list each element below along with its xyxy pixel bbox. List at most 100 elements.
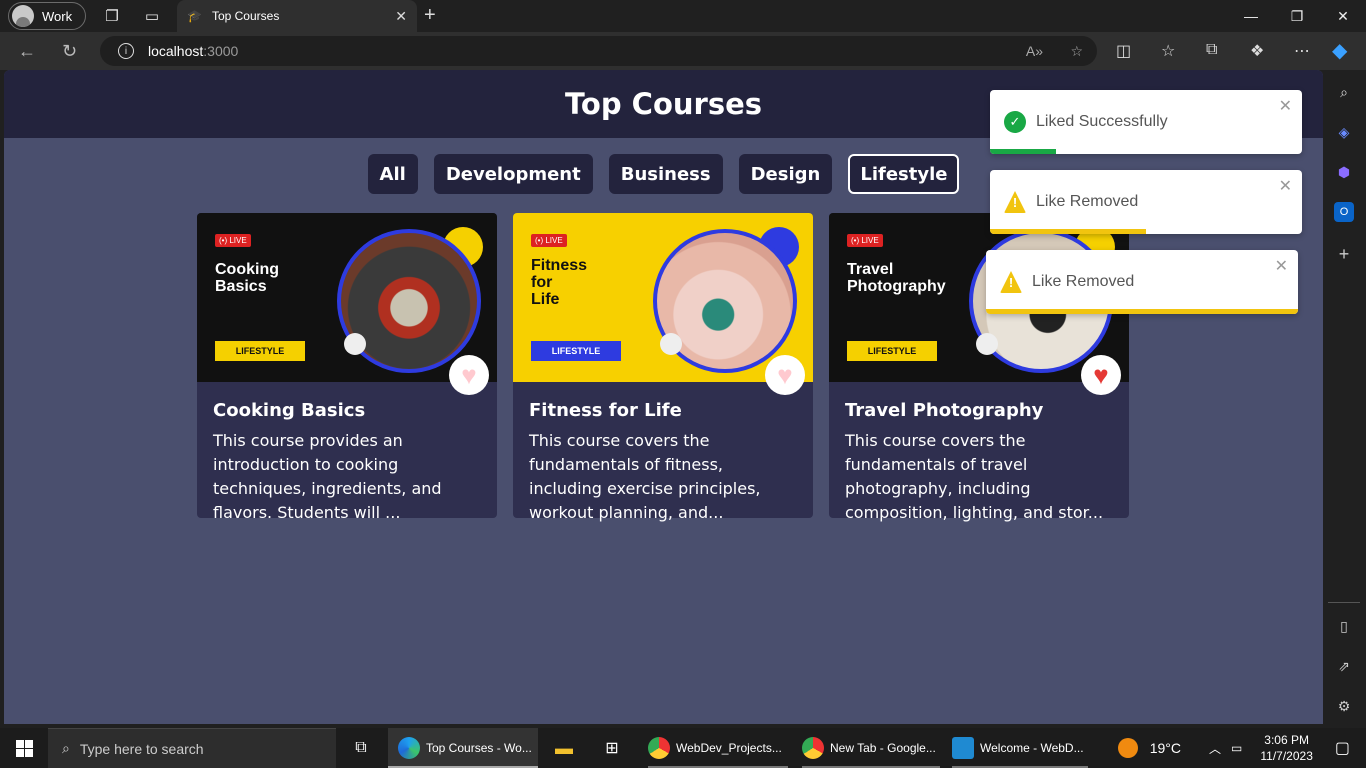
restore-button[interactable]: ❐ <box>1274 0 1320 32</box>
url-port: :3000 <box>203 43 239 59</box>
toast-success: ✓ Liked Successfully ✕ <box>990 90 1302 154</box>
course-description: This course covers the fundamentals of f… <box>529 431 761 522</box>
graduation-cap-icon: 🎓 <box>187 9 202 23</box>
tray-chevron-icon[interactable]: ︿ <box>1209 740 1221 757</box>
decor-dot <box>976 333 998 355</box>
taskbar-app-edge[interactable]: Top Courses - Wo... <box>388 728 538 768</box>
open-external-icon[interactable]: ⇗ <box>1334 656 1354 676</box>
live-badge: (•) LIVE <box>847 234 883 247</box>
split-screen-icon[interactable]: ◫ <box>1116 41 1131 61</box>
url-field[interactable]: i localhost:3000 A» ☆ <box>100 36 1097 66</box>
like-heart-icon[interactable]: ♥ <box>1081 355 1121 395</box>
read-aloud-icon[interactable]: A» <box>1026 36 1043 66</box>
course-body: Travel Photography This course covers th… <box>829 382 1129 525</box>
close-toast-icon[interactable]: ✕ <box>1275 256 1288 276</box>
thumbnail-title: Travel Photography <box>847 261 946 295</box>
refresh-icon[interactable]: ↻ <box>62 41 77 62</box>
taskbar-app-label: WebDev_Projects... <box>676 741 782 755</box>
filter-development[interactable]: Development <box>433 154 593 194</box>
add-sidebar-app-icon[interactable]: + <box>1334 244 1354 264</box>
course-card: (•) LIVE Cooking Basics LIFESTYLE ♥ Cooki… <box>197 213 497 522</box>
like-heart-icon[interactable]: ♥ <box>765 355 805 395</box>
thumbnail-tag: LIFESTYLE <box>531 341 621 361</box>
task-view-icon[interactable]: ⧉ <box>348 728 374 768</box>
filter-all[interactable]: All <box>367 154 418 194</box>
warning-triangle-icon: ! <box>1004 191 1026 213</box>
battery-icon[interactable]: ▭ <box>1231 741 1242 755</box>
filter-business[interactable]: Business <box>608 154 723 194</box>
profile-button[interactable]: Work <box>8 2 86 30</box>
tab-title: Top Courses <box>211 9 280 23</box>
course-title: Cooking Basics <box>213 400 366 421</box>
store-icon[interactable]: ⊞ <box>600 728 624 768</box>
toast-message: Like Removed <box>1036 193 1139 210</box>
weather-icon[interactable] <box>1117 738 1138 758</box>
vscode-icon <box>952 737 974 759</box>
taskbar: ⌕ Type here to search ⧉ Top Courses - Wo… <box>0 728 1366 768</box>
avatar <box>12 5 34 27</box>
course-body: Cooking Basics This course provides an i… <box>197 382 497 525</box>
favorite-star-icon[interactable]: ☆ <box>1070 36 1083 66</box>
back-arrow-icon[interactable]: ← <box>18 41 36 62</box>
course-description: This course covers the fundamentals of t… <box>845 431 1104 522</box>
copilot-icon[interactable]: ◆ <box>1332 38 1347 63</box>
settings-gear-icon[interactable]: ⚙ <box>1334 696 1354 716</box>
course-thumbnail: (•) LIVE Fitness for Life LIFESTYLE <box>513 213 813 382</box>
course-title: Fitness for Life <box>529 400 682 421</box>
hide-sidebar-icon[interactable]: ▯ <box>1334 616 1354 636</box>
taskbar-app-chrome-1[interactable]: WebDev_Projects... <box>648 728 788 768</box>
favorites-icon[interactable]: ☆ <box>1161 41 1175 61</box>
course-thumbnail: (•) LIVE Cooking Basics LIFESTYLE <box>197 213 497 382</box>
taskbar-app-chrome-2[interactable]: New Tab - Google... <box>802 728 940 768</box>
close-window-button[interactable]: ✕ <box>1320 0 1366 32</box>
taskbar-app-vscode[interactable]: Welcome - WebD... <box>952 728 1088 768</box>
outlook-icon[interactable]: O <box>1334 202 1354 222</box>
warning-triangle-icon: ! <box>1000 271 1022 293</box>
workspaces-icon[interactable]: ❐ <box>92 0 132 32</box>
filter-design[interactable]: Design <box>738 154 833 194</box>
new-tab-button[interactable]: + <box>424 4 436 27</box>
clock[interactable]: 3:06 PM 11/7/2023 <box>1260 732 1313 764</box>
extensions-icon[interactable]: ❖ <box>1250 41 1264 61</box>
chrome-icon <box>648 737 670 759</box>
shopping-tag-icon[interactable]: ◈ <box>1334 122 1354 142</box>
taskbar-search-placeholder: Type here to search <box>79 740 204 757</box>
date: 11/7/2023 <box>1260 749 1313 763</box>
start-button[interactable] <box>0 728 48 768</box>
taskbar-app-label: Welcome - WebD... <box>980 741 1084 755</box>
toast-warning: ! Like Removed ✕ <box>986 250 1298 314</box>
course-body: Fitness for Life This course covers the … <box>513 382 813 525</box>
site-info-icon[interactable]: i <box>118 43 134 59</box>
decor-dot <box>660 333 682 355</box>
decor-dot <box>344 333 366 355</box>
more-menu-icon[interactable]: ⋯ <box>1294 41 1310 61</box>
check-circle-icon: ✓ <box>1004 111 1026 133</box>
time: 3:06 PM <box>1264 733 1309 747</box>
search-icon[interactable]: ⌕ <box>1334 82 1354 102</box>
system-tray: 19°C ︿ ▭ 3:06 PM 11/7/2023 ▢ <box>1117 728 1366 768</box>
close-toast-icon[interactable]: ✕ <box>1279 96 1292 116</box>
tab-actions-icon[interactable]: ▭ <box>132 0 172 32</box>
like-heart-icon[interactable]: ♥ <box>449 355 489 395</box>
close-tab-icon[interactable]: ✕ <box>395 8 407 25</box>
notification-icon[interactable]: ▢ <box>1335 738 1350 758</box>
collections-icon[interactable]: ⧉ <box>1206 41 1217 59</box>
taskbar-search[interactable]: ⌕ Type here to search <box>48 728 336 768</box>
close-toast-icon[interactable]: ✕ <box>1279 176 1292 196</box>
toast-progress <box>990 149 1056 154</box>
edge-sidebar: ⌕ ◈ ⬢ O + ▯ ⇗ ⚙ <box>1322 70 1366 728</box>
toast-warning: ! Like Removed ✕ <box>990 170 1302 234</box>
chrome-icon <box>802 737 824 759</box>
minimize-button[interactable]: — <box>1228 0 1274 32</box>
course-description: This course provides an introduction to … <box>213 431 442 522</box>
thumbnail-title: Fitness for Life <box>531 257 588 308</box>
page-viewport: Top Courses All Development Business Des… <box>4 70 1323 724</box>
edge-icon <box>398 737 420 759</box>
toast-message: Liked Successfully <box>1036 113 1168 130</box>
tab-top-courses[interactable]: 🎓 Top Courses ✕ <box>177 0 417 32</box>
file-explorer-icon[interactable]: ▬ <box>552 728 576 768</box>
filter-lifestyle[interactable]: Lifestyle <box>848 154 960 194</box>
games-icon[interactable]: ⬢ <box>1334 162 1354 182</box>
thumbnail-tag: LIFESTYLE <box>847 341 937 361</box>
url-host: localhost <box>148 43 204 59</box>
